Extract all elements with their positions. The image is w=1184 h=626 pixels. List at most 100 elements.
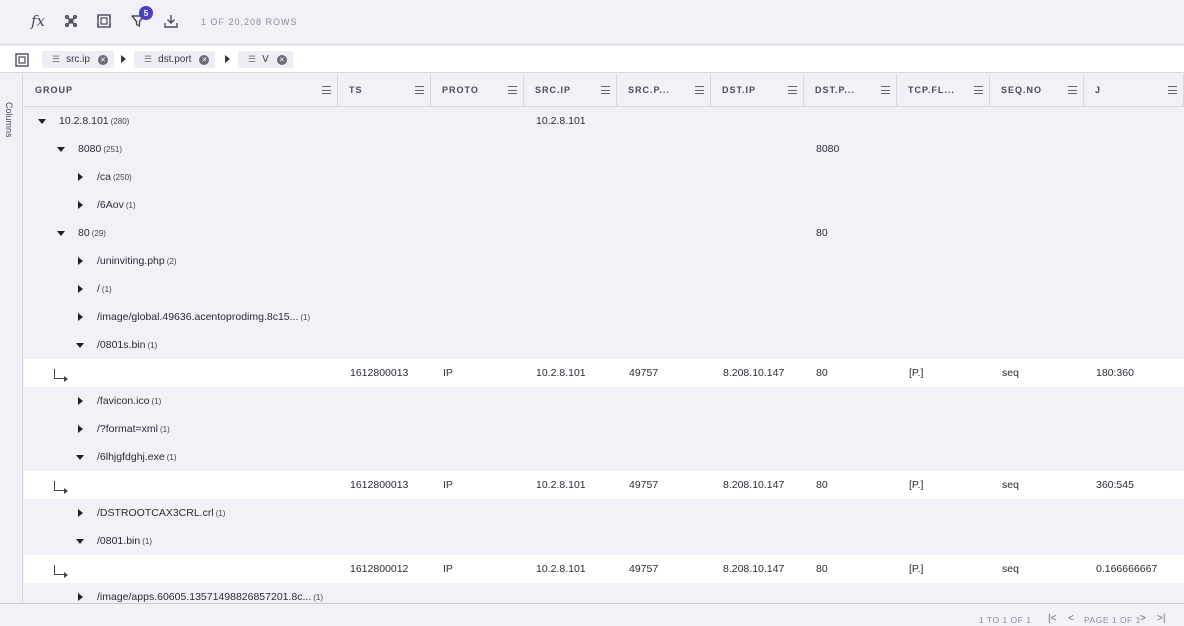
group-row[interactable]: /?format=xml (1) bbox=[24, 415, 1184, 443]
remove-chip-icon[interactable]: ✕ bbox=[199, 54, 210, 65]
group-row[interactable]: /0801.bin (1) bbox=[24, 527, 1184, 555]
group-count: (1) bbox=[101, 285, 112, 294]
function-icon[interactable]: fx bbox=[27, 10, 49, 32]
pivot-icon[interactable] bbox=[60, 10, 82, 32]
group-label: /0801.bin (1) bbox=[97, 535, 152, 547]
expand-caret-icon[interactable] bbox=[78, 425, 83, 433]
expand-caret-icon[interactable] bbox=[78, 201, 83, 209]
group-row[interactable]: /DSTROOTCAX3CRL.crl (1) bbox=[24, 499, 1184, 527]
expand-caret-icon[interactable] bbox=[78, 509, 83, 517]
column-header-proto[interactable]: PROTO bbox=[431, 74, 524, 107]
group-label: / (1) bbox=[97, 283, 112, 295]
group-value: /0801s.bin bbox=[97, 339, 146, 351]
table-row[interactable]: 1612800012 IP 10.2.8.101 49757 8.208.10.147 8… bbox=[24, 555, 1184, 583]
column-menu-icon[interactable] bbox=[1068, 86, 1077, 94]
collapse-caret-icon[interactable] bbox=[76, 455, 84, 460]
group-row[interactable]: /image/global.49636.acentoprodimg.8c15..… bbox=[24, 303, 1184, 331]
group-row[interactable]: / (1) bbox=[24, 275, 1184, 303]
next-page-button[interactable]: > bbox=[1140, 613, 1146, 624]
group-label: /6Aov (1) bbox=[97, 199, 136, 211]
column-menu-icon[interactable] bbox=[881, 86, 890, 94]
cell-j: 0.166666667 bbox=[1096, 563, 1158, 575]
group-value: /favicon.ico bbox=[97, 395, 150, 407]
group-chip-src-ip[interactable]: ☰ src.ip ✕ bbox=[42, 51, 114, 68]
page-indicator: PAGE 1 OF 1 bbox=[1084, 615, 1141, 625]
group-value: 80 bbox=[78, 227, 90, 239]
group-count: (1) bbox=[313, 593, 324, 602]
column-header-label: DST.P... bbox=[815, 85, 855, 95]
column-menu-icon[interactable] bbox=[322, 86, 331, 94]
group-row[interactable]: /0801s.bin (1) bbox=[24, 331, 1184, 359]
expand-caret-icon[interactable] bbox=[78, 313, 83, 321]
remove-chip-icon[interactable]: ✕ bbox=[276, 54, 287, 65]
collapse-caret-icon[interactable] bbox=[76, 539, 84, 544]
expand-caret-icon[interactable] bbox=[78, 173, 83, 181]
grid-header: GROUP TS PROTO SRC.IP SRC.P... DST.IP DST.P...… bbox=[24, 74, 1184, 107]
drag-handle-icon[interactable]: ☰ bbox=[52, 54, 60, 65]
collapse-caret-icon[interactable] bbox=[57, 147, 65, 152]
column-header-ts[interactable]: TS bbox=[338, 74, 431, 107]
expand-caret-icon[interactable] bbox=[78, 593, 83, 601]
group-row[interactable]: /6Aov (1) bbox=[24, 191, 1184, 219]
column-menu-icon[interactable] bbox=[601, 86, 610, 94]
column-menu-icon[interactable] bbox=[695, 86, 704, 94]
cell-j: 180:360 bbox=[1096, 367, 1134, 379]
column-header-dst-ip[interactable]: DST.IP bbox=[711, 74, 804, 107]
group-chip-dst-port[interactable]: ☰ dst.port ✕ bbox=[134, 51, 216, 68]
column-header-label: SEQ.NO bbox=[1001, 85, 1043, 95]
expand-caret-icon[interactable] bbox=[78, 257, 83, 265]
columns-side-panel[interactable]: Columns bbox=[0, 74, 23, 603]
prev-page-button[interactable]: < bbox=[1068, 613, 1074, 624]
cell-ts: 1612800013 bbox=[350, 367, 409, 379]
column-menu-icon[interactable] bbox=[508, 86, 517, 94]
group-panel-icon[interactable] bbox=[93, 10, 115, 32]
table-row[interactable]: 1612800013 IP 10.2.8.101 49757 8.208.10.147 8… bbox=[24, 359, 1184, 387]
group-row[interactable]: /image/apps.60605.13571498826857201.8c..… bbox=[24, 583, 1184, 603]
last-page-button[interactable]: >| bbox=[1157, 613, 1165, 624]
column-header-label: SRC.P... bbox=[628, 85, 670, 95]
collapse-caret-icon[interactable] bbox=[57, 231, 65, 236]
cell-dst-port: 80 bbox=[816, 479, 828, 491]
first-page-button[interactable]: |< bbox=[1048, 613, 1056, 624]
group-panel-icon[interactable] bbox=[14, 52, 30, 68]
column-menu-icon[interactable] bbox=[788, 86, 797, 94]
group-row[interactable]: /uninviting.php (2) bbox=[24, 247, 1184, 275]
group-row[interactable]: /favicon.ico (1) bbox=[24, 387, 1184, 415]
cell-j: 360:545 bbox=[1096, 479, 1134, 491]
column-header-src-ip[interactable]: SRC.IP bbox=[524, 74, 617, 107]
columns-tab-label[interactable]: Columns bbox=[4, 102, 14, 138]
column-menu-icon[interactable] bbox=[415, 86, 424, 94]
column-header-group[interactable]: GROUP bbox=[24, 74, 338, 107]
group-row[interactable]: /6lhjgfdghj.exe (1) bbox=[24, 443, 1184, 471]
column-menu-icon[interactable] bbox=[974, 86, 983, 94]
drag-handle-icon[interactable]: ☰ bbox=[144, 54, 152, 65]
group-count: (1) bbox=[147, 341, 158, 350]
group-count: (1) bbox=[142, 537, 152, 546]
cell-seq-no: seq bbox=[1002, 563, 1019, 575]
group-chip-v[interactable]: ☰ V ✕ bbox=[238, 51, 293, 68]
expand-caret-icon[interactable] bbox=[78, 397, 83, 405]
column-header-dst-port[interactable]: DST.P... bbox=[804, 74, 897, 107]
group-label: /ca (250) bbox=[97, 171, 132, 183]
group-row[interactable]: 8080 (251) 8080 bbox=[24, 135, 1184, 163]
cell-src-ip: 10.2.8.101 bbox=[536, 115, 586, 127]
column-header-label: J bbox=[1095, 85, 1102, 95]
group-row[interactable]: /ca (250) bbox=[24, 163, 1184, 191]
drag-handle-icon[interactable]: ☰ bbox=[248, 54, 256, 65]
column-header-src-port[interactable]: SRC.P... bbox=[617, 74, 711, 107]
remove-chip-icon[interactable]: ✕ bbox=[97, 54, 108, 65]
column-header-tcp-flags[interactable]: TCP.FL... bbox=[897, 74, 990, 107]
group-label: 8080 (251) bbox=[78, 143, 122, 155]
chevron-right-icon bbox=[121, 55, 126, 63]
group-row[interactable]: 10.2.8.101 (280) 10.2.8.101 bbox=[24, 107, 1184, 135]
collapse-caret-icon[interactable] bbox=[76, 343, 84, 348]
column-header-j[interactable]: J bbox=[1084, 74, 1184, 107]
column-menu-icon[interactable] bbox=[1168, 86, 1177, 94]
expand-caret-icon[interactable] bbox=[78, 285, 83, 293]
collapse-caret-icon[interactable] bbox=[38, 119, 46, 124]
chip-label: src.ip bbox=[66, 54, 90, 65]
group-row[interactable]: 80 (29) 80 bbox=[24, 219, 1184, 247]
download-icon[interactable] bbox=[160, 10, 182, 32]
table-row[interactable]: 1612800013 IP 10.2.8.101 49757 8.208.10.147 8… bbox=[24, 471, 1184, 499]
column-header-seq-no[interactable]: SEQ.NO bbox=[990, 74, 1084, 107]
